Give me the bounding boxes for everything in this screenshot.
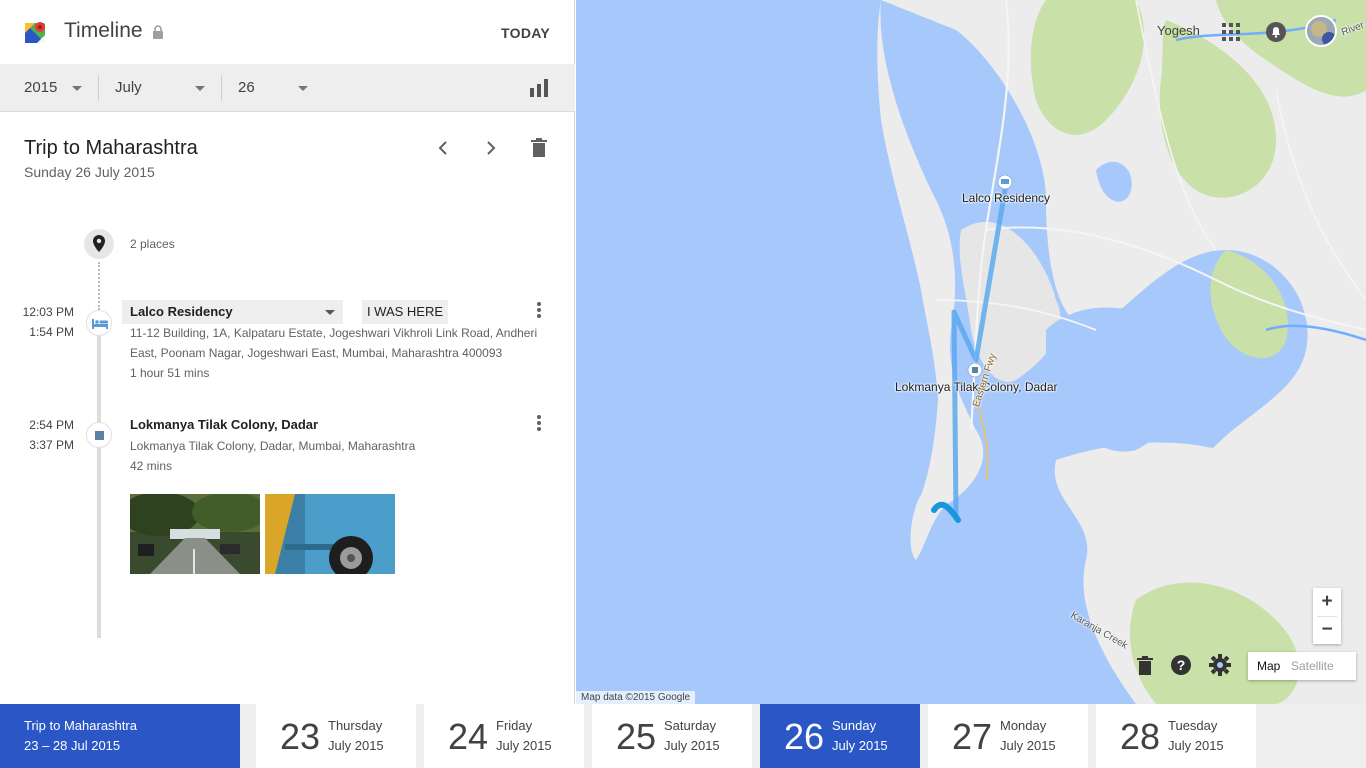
trip-card-title: Trip to Maharashtra <box>24 718 137 733</box>
place-address: East, Poonam Nagar, Jogeshwari East, Mum… <box>130 346 503 360</box>
map-canvas <box>877 0 1366 704</box>
location-pin-icon <box>93 235 105 252</box>
photo-thumbnail[interactable] <box>265 494 395 574</box>
day-name: Monday <box>1000 718 1047 733</box>
photo-thumbnail[interactable] <box>130 494 260 574</box>
i-was-here-button[interactable]: I WAS HERE <box>362 300 448 324</box>
place-duration: 1 hour 51 mins <box>130 366 210 380</box>
settings-gear-icon[interactable] <box>1209 654 1231 676</box>
day-number: 27 <box>952 716 993 757</box>
day-month: July 2015 <box>664 738 720 753</box>
place-end-time: 1:54 PM <box>29 325 74 339</box>
day-number: 25 <box>616 716 657 757</box>
chevron-down-icon <box>195 86 205 91</box>
map-label-place[interactable]: Lalco Residency <box>962 191 1050 205</box>
svg-text:?: ? <box>1177 657 1186 673</box>
day-card[interactable]: 27 Monday July 2015 <box>928 704 1088 768</box>
zoom-in-button[interactable]: + <box>1313 588 1341 616</box>
today-button[interactable]: TODAY <box>501 25 550 41</box>
day-name: Sunday <box>832 718 877 733</box>
timeline-panel: Timeline TODAY 2015 July 26 Trip to Maha… <box>0 0 575 704</box>
month-value: July <box>115 79 142 96</box>
map-type-satellite-button[interactable]: Satellite <box>1291 659 1334 673</box>
place-address: Lokmanya Tilak Colony, Dadar, Mumbai, Ma… <box>130 439 416 453</box>
place-node <box>86 310 112 336</box>
place-start-time: 12:03 PM <box>22 305 74 319</box>
place-name: Lalco Residency <box>130 304 233 319</box>
user-name[interactable]: Yogesh <box>1157 23 1200 38</box>
divider <box>221 75 222 101</box>
trip-title: Trip to Maharashtra <box>24 137 198 159</box>
chevron-down-icon <box>298 86 308 91</box>
year-value: 2015 <box>24 79 58 96</box>
place-end-time: 3:37 PM <box>29 438 74 452</box>
day-number: 26 <box>784 716 825 757</box>
map-attribution: Map data ©2015 Google <box>576 691 696 704</box>
zoom-controls: + − <box>1313 588 1341 644</box>
square-place-icon <box>95 431 104 440</box>
previous-day-button[interactable] <box>431 136 455 160</box>
app-bar: Timeline TODAY <box>0 0 574 64</box>
timeline-dotted-line <box>98 262 100 310</box>
day-number: 24 <box>448 716 489 757</box>
hotel-icon <box>92 319 108 329</box>
day-name: Tuesday <box>1168 718 1218 733</box>
day-strip: Trip to Maharashtra 23 – 28 Jul 2015 23 … <box>0 704 1366 768</box>
day-card[interactable]: 24 Friday July 2015 <box>424 704 584 768</box>
day-select[interactable]: 26 <box>238 64 310 112</box>
month-select[interactable]: July <box>115 64 207 112</box>
day-card[interactable]: 23 Thursday July 2015 <box>256 704 416 768</box>
place-duration: 42 mins <box>130 459 173 473</box>
day-month: July 2015 <box>328 738 384 753</box>
more-vert-icon[interactable] <box>531 413 547 433</box>
lock-icon <box>153 25 163 39</box>
trip-card-range: 23 – 28 Jul 2015 <box>24 738 121 753</box>
places-count: 2 places <box>130 237 175 251</box>
day-month: July 2015 <box>496 738 552 753</box>
place-name-select[interactable]: Lalco Residency <box>122 300 343 324</box>
day-month: July 2015 <box>832 738 888 753</box>
chevron-down-icon <box>72 86 82 91</box>
map-view[interactable]: Lalco Residency Lokmanya Tilak Colony, D… <box>576 0 1366 704</box>
day-name: Friday <box>496 718 533 733</box>
map-type-toggle: Map Satellite <box>1248 652 1356 680</box>
day-card[interactable]: 25 Saturday July 2015 <box>592 704 752 768</box>
day-number: 23 <box>280 716 321 757</box>
day-name: Thursday <box>328 718 383 733</box>
next-day-button[interactable] <box>479 136 503 160</box>
chevron-down-icon <box>325 310 335 315</box>
delete-day-button[interactable] <box>527 136 551 160</box>
zoom-out-button[interactable]: − <box>1313 616 1341 644</box>
map-type-map-button[interactable]: Map <box>1257 659 1280 673</box>
timeline-line <box>97 320 101 638</box>
place-name[interactable]: Lokmanya Tilak Colony, Dadar <box>130 417 318 432</box>
places-summary-marker <box>84 229 114 259</box>
day-name: Saturday <box>664 718 717 733</box>
place-node <box>86 422 112 448</box>
trip-summary-card[interactable]: Trip to Maharashtra 23 – 28 Jul 2015 <box>0 704 240 768</box>
trip-date: Sunday 26 July 2015 <box>24 164 155 180</box>
place-address: 11-12 Building, 1A, Kalpataru Estate, Jo… <box>130 326 538 340</box>
delete-icon[interactable] <box>1134 654 1156 676</box>
bar-chart-icon[interactable] <box>529 79 549 97</box>
divider <box>98 75 99 101</box>
date-selector-bar: 2015 July 26 <box>0 64 575 112</box>
apps-grid-icon[interactable] <box>1222 23 1240 41</box>
day-month: July 2015 <box>1000 738 1056 753</box>
google-maps-logo-icon <box>25 22 45 43</box>
place-start-time: 2:54 PM <box>29 418 74 432</box>
day-month: July 2015 <box>1168 738 1224 753</box>
help-icon[interactable]: ? <box>1170 654 1192 676</box>
notifications-icon[interactable] <box>1266 22 1286 42</box>
day-card-selected[interactable]: 26 Sunday July 2015 <box>760 704 920 768</box>
day-value: 26 <box>238 79 255 96</box>
year-select[interactable]: 2015 <box>24 64 86 112</box>
day-card[interactable]: 28 Tuesday July 2015 <box>1096 704 1256 768</box>
day-number: 28 <box>1120 716 1161 757</box>
more-vert-icon[interactable] <box>531 300 547 320</box>
avatar[interactable] <box>1305 15 1337 47</box>
app-title: Timeline <box>64 19 143 42</box>
